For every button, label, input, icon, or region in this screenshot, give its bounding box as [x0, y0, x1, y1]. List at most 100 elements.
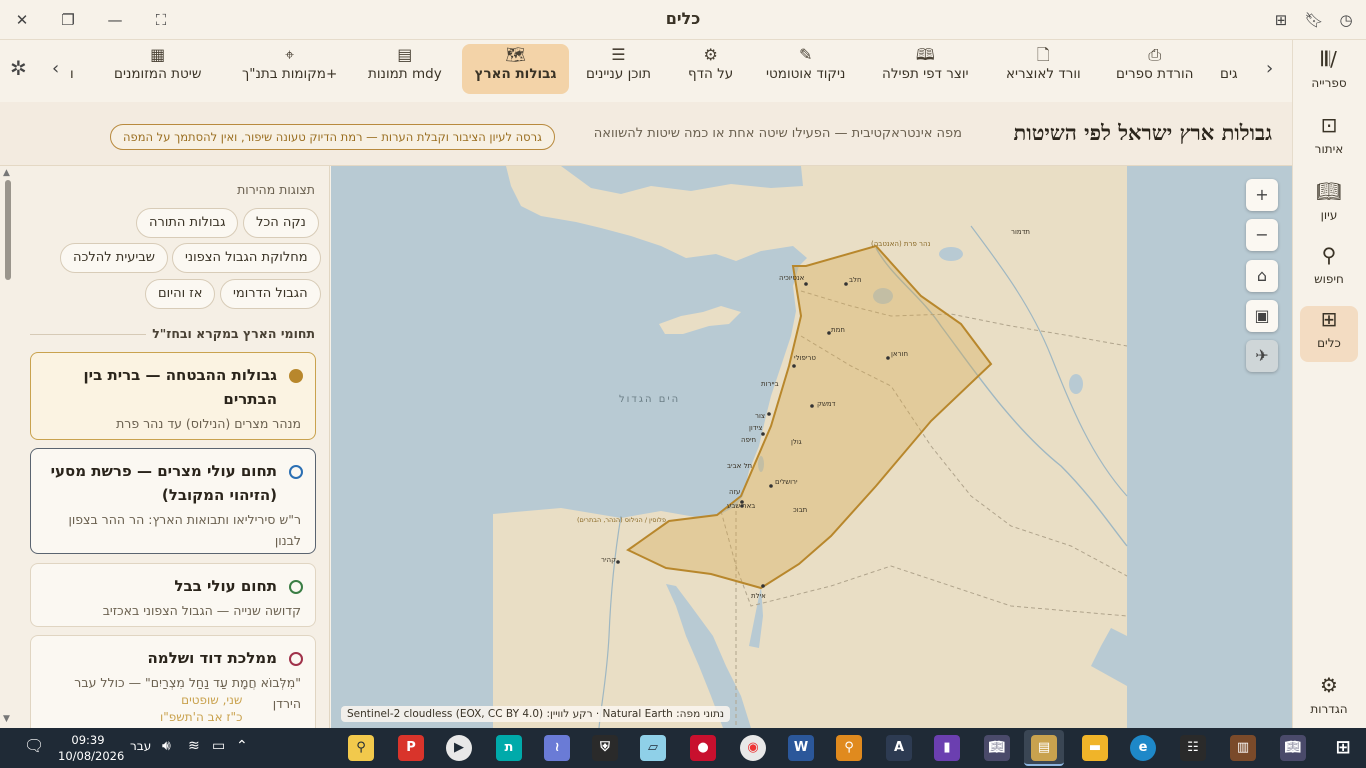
media-player-icon[interactable]: ▶	[446, 735, 472, 761]
map-label-antakya: אנטיוכיה	[779, 274, 805, 282]
scroll-up-arrow-icon[interactable]: ▲	[3, 168, 10, 178]
tool-tab-land-borders[interactable]: 🗺︎ גבולות הארץ	[462, 44, 569, 94]
books-app-icon[interactable]: ▥	[1230, 735, 1256, 761]
security-shield-icon[interactable]: ⛨	[592, 735, 618, 761]
word-icon[interactable]: W	[788, 735, 814, 761]
tool-tab-tanakh-places[interactable]: ⌖ מקומות בתנ"ך+	[232, 44, 347, 94]
hebrew-app-icon[interactable]: ת	[496, 735, 522, 761]
method-card-promise-borders[interactable]: גבולות ההבטחה — ברית בין הבתרים מנהר מצר…	[30, 352, 316, 440]
audio-wave-icon[interactable]: ≀	[544, 735, 570, 761]
tool-tab-word-to-otzaria[interactable]: 🗋 וורד לאוצריא	[996, 44, 1091, 94]
edge-icon[interactable]: e	[1130, 735, 1156, 761]
wifi-icon[interactable]: ≋	[188, 738, 200, 754]
nav-library[interactable]: 𝄃𝄃/ ספרייה	[1300, 46, 1358, 102]
method-description: ר"ש סיריליאו ותבואות הארץ: הר ההר בצפון …	[68, 512, 301, 548]
map-pin-icon: ⌖	[285, 45, 295, 64]
map-icon: 🗺︎	[505, 45, 526, 64]
reader-app-icon[interactable]: 📖︎	[1280, 735, 1306, 761]
map-label-beersheba: באר שבע	[727, 502, 756, 510]
chip-clear-all[interactable]: נקה הכל	[243, 208, 319, 238]
tools-icon: ⊞	[1320, 307, 1338, 331]
gear-icon: ⚙	[1320, 673, 1338, 697]
scroll-right-chevron-icon[interactable]: ›	[1266, 58, 1273, 79]
nav-locate[interactable]: ⊡ איתור	[1300, 112, 1358, 168]
vowel-pen-icon: ✎	[799, 45, 813, 64]
notes-app-icon[interactable]: ▱	[640, 735, 666, 761]
chip-southern-border[interactable]: הגבול הדרומי	[220, 279, 321, 309]
puzzle-icon: ⚙	[703, 45, 718, 64]
scrollbar-thumb[interactable]	[5, 180, 11, 280]
library-icon: 𝄃𝄃/	[1321, 47, 1337, 71]
zoom-in-button[interactable]: +	[1246, 179, 1278, 211]
chip-torah-borders[interactable]: גבולות התורה	[136, 208, 239, 238]
list-icon: ☰	[611, 45, 626, 64]
page-header: גבולות ארץ ישראל לפי השיטות מפה אינטראקט…	[0, 102, 1292, 166]
scroll-down-arrow-icon[interactable]: ▼	[3, 714, 10, 724]
method-card-olei-bavel[interactable]: תחום עולי בבל קדושה שנייה — הגבול הצפוני…	[30, 563, 316, 627]
sidebar-scrollbar[interactable]: ▲ ▼	[2, 166, 14, 728]
zoom-out-button[interactable]: −	[1246, 219, 1278, 251]
pdf-editor-icon[interactable]: P	[398, 735, 424, 761]
taskbar-clock[interactable]: 09:39 10/08/2026	[58, 732, 124, 764]
bookmark-icon[interactable]: 🔖︎	[1302, 8, 1326, 32]
map-view[interactable]: הים הגדול נהר פרת (האנטבה) אנטיוכיה חלב …	[331, 166, 1292, 728]
method-color-dot	[289, 369, 303, 383]
tool-tab-partial-left[interactable]: ו	[66, 44, 78, 94]
home-button[interactable]: ⌂	[1246, 260, 1278, 292]
tool-tab-mezumanim[interactable]: ▦ שיטת המזומנים	[104, 44, 211, 94]
nav-settings[interactable]: ⚙ הגדרות	[1300, 672, 1358, 728]
nav-study[interactable]: 📖︎ עיון	[1300, 178, 1358, 234]
book-app-icon[interactable]: ▮	[934, 735, 960, 761]
extensions-puzzle-icon[interactable]: ✲	[10, 56, 27, 80]
method-color-dot	[289, 652, 303, 666]
methods-sidebar: ▲ ▼ תצוגות מהירות נקה הכל גבולות התורה מ…	[0, 166, 330, 728]
map-label-hauran: חוראן	[891, 350, 909, 358]
app-search-tool-icon[interactable]: ⚲	[348, 735, 374, 761]
chip-shmita-halacha[interactable]: שביעית להלכה	[60, 243, 168, 273]
satellite-toggle-button[interactable]: ✈	[1246, 340, 1278, 372]
method-title: תחום עולי מצרים — פרשת מסעי (הזיהוי המקו…	[50, 462, 277, 504]
search-app-icon[interactable]: ⚲	[836, 735, 862, 761]
battery-icon[interactable]: ▭	[212, 738, 225, 754]
tray-overflow-chevron-icon[interactable]: ⌃	[236, 738, 248, 754]
otzaria-app-icon[interactable]: ▤	[1031, 735, 1057, 761]
nav-tools[interactable]: ⊞ כלים	[1300, 306, 1358, 362]
clipboard-app-icon[interactable]: ☷	[1180, 735, 1206, 761]
library-app-icon[interactable]: 📖︎	[984, 735, 1010, 761]
volume-icon[interactable]: 🔊︎	[162, 738, 171, 754]
tool-tab-download-books[interactable]: ⎙ הורדת ספרים	[1106, 44, 1203, 94]
file-explorer-icon[interactable]: ▬	[1082, 735, 1108, 761]
map-label-nile-wadi: פלוסין / הנילוס (הנהר, הבתרים)	[577, 516, 667, 524]
tool-tab-auto-nikud[interactable]: ✎ ניקוד אוטומטי	[756, 44, 855, 94]
tool-tab-al-hadaf[interactable]: ⚙ על הדף	[678, 44, 743, 94]
page-subtitle: מפה אינטראקטיבית — הפעילו שיטה אחת או כמ…	[593, 126, 962, 141]
map-label-cairo: קהיר	[601, 556, 617, 564]
tool-tab-table-of-contents[interactable]: ☰ תוכן עניינים	[576, 44, 661, 94]
chip-then-and-now[interactable]: אז והיום	[145, 279, 216, 309]
map-label-tripoli: טריפולי	[794, 354, 816, 362]
notification-icon[interactable]: 🗨︎	[24, 736, 44, 755]
method-card-olei-mitzrayim[interactable]: תחום עולי מצרים — פרשת מסעי (הזיהוי המקו…	[30, 448, 316, 554]
history-icon[interactable]: ◷	[1334, 8, 1358, 32]
map-canvas[interactable]	[331, 166, 1292, 728]
tool-tab-prayer-pages[interactable]: 🕮 יוצר דפי תפילה	[872, 44, 979, 94]
font-app-icon[interactable]: A	[886, 735, 912, 761]
chrome-icon[interactable]: ◉	[740, 735, 766, 761]
nav-search[interactable]: ⚲ חיפוש	[1300, 242, 1358, 298]
tool-tab-partial-right[interactable]: גים	[1210, 44, 1248, 94]
tool-tab-mdy-images[interactable]: ▤ תמונות mdy	[358, 44, 452, 94]
map-label-hamath: חמת	[831, 326, 845, 334]
right-nav: 𝄃𝄃/ ספרייה ⊡ איתור 📖︎ עיון ⚲ חיפוש ⊞ כלי…	[1292, 40, 1366, 728]
chip-northern-border-dispute[interactable]: מחלוקת הגבול הצפוני	[172, 243, 321, 273]
start-button-icon[interactable]: ⊞	[1330, 735, 1356, 761]
search-icon: ⚲	[1321, 243, 1337, 267]
scroll-left-chevron-icon[interactable]: ‹	[52, 58, 59, 79]
screen-recorder-icon[interactable]: ●	[690, 735, 716, 761]
language-indicator[interactable]: עבר	[130, 739, 151, 753]
map-label-damascus: דמשק	[817, 400, 836, 408]
title-bar: ✕ ❐ — ⛶ כלים ⊞ 🔖︎ ◷	[0, 0, 1366, 40]
layer-toggle-button[interactable]: ▣	[1246, 300, 1278, 332]
new-tab-icon[interactable]: ⊞	[1269, 8, 1293, 32]
map-label-tabuk: תבוכ	[793, 506, 808, 514]
map-attribution: נתוני מפה: Natural Earth · רקע לוויין: S…	[341, 706, 731, 722]
